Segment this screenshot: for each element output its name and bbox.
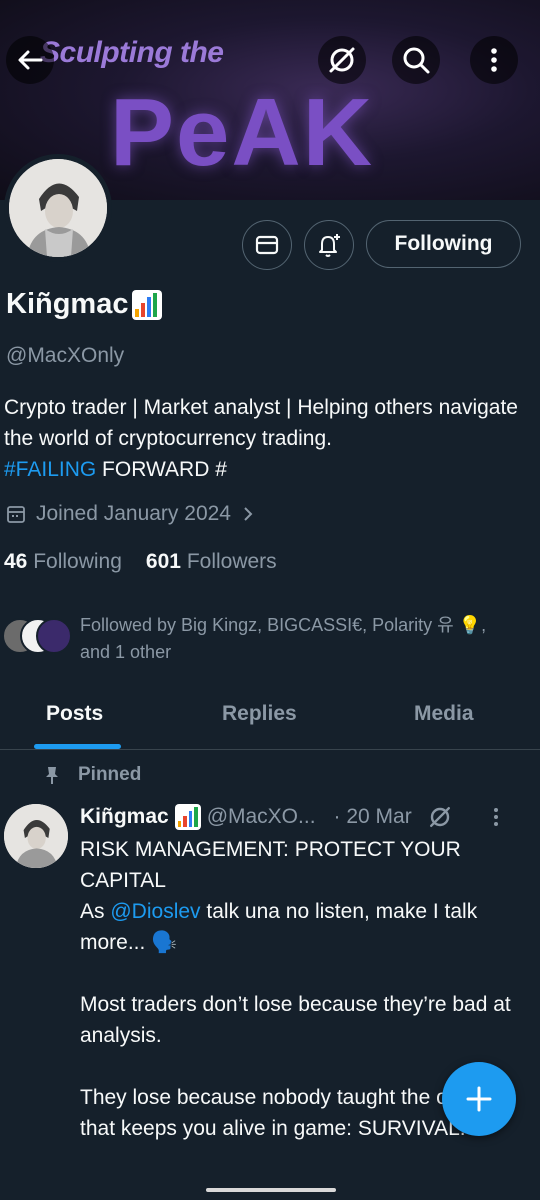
pin-icon [46,767,58,784]
grok-icon [329,47,355,73]
post-line-mention-row: As @Dioslev talk una no listen, make I t… [80,896,520,958]
pinned-label: Pinned [44,764,141,786]
profile-name-text: Kiñgmac [6,288,129,320]
post-paragraph-2: Most traders don’t lose because they’re … [80,993,511,1047]
bio-text: Crypto trader | Market analyst | Helping… [4,396,518,450]
followers-count: 601 [145,550,181,573]
grok-button[interactable] [318,36,366,84]
notifications-button[interactable] [304,220,354,270]
profile-avatar[interactable] [4,154,112,262]
more-options-button[interactable] [470,36,518,84]
calendar-icon [7,506,25,523]
post-author-name[interactable]: Kiñgmac [80,805,169,829]
more-vertical-icon[interactable] [486,805,506,829]
profile-handle: @MacXOnly [6,344,125,367]
joined-date-row[interactable]: Joined January 2024 [6,502,255,526]
followed-by-text[interactable]: Followed by Big Kingz, BIGCASSI€, Polari… [80,612,520,666]
tab-media[interactable]: Media [414,702,474,726]
following-stat[interactable]: 46 Following [4,550,122,574]
post-author-handle[interactable]: @MacXO... [207,805,316,829]
more-vertical-icon [491,48,497,72]
chevron-right-icon [244,507,253,521]
following-button[interactable]: Following [366,220,521,268]
followed-by-avatars[interactable] [2,618,74,656]
bio-tail-text: FORWARD # [102,458,227,481]
grok-icon[interactable] [428,805,452,829]
profile-name: Kiñgmac [6,288,163,321]
envelope-icon [255,235,279,255]
compose-button[interactable] [442,1062,516,1136]
followers-label: Followers [186,550,277,573]
tab-posts[interactable]: Posts [46,702,103,726]
avatar-illustration-icon [4,804,68,868]
profile-bio: Crypto trader | Market analyst | Helping… [4,392,534,485]
search-icon [403,47,430,74]
message-button[interactable] [242,220,292,270]
joined-date-text: Joined January 2024 [36,502,231,525]
following-label: Following [33,550,122,573]
avatar-illustration-icon [9,159,107,257]
post-line-heading: RISK MANAGEMENT: PROTECT YOUR CAPITAL [80,838,461,892]
banner-text-sculpting: Sculpting the [40,36,224,69]
post-author-avatar[interactable] [4,804,68,868]
tab-replies[interactable]: Replies [222,702,297,726]
post-text-pre: As [80,900,105,923]
mention-link[interactable]: @Dioslev [110,900,200,923]
bar-chart-emoji-icon [174,804,201,830]
home-indicator[interactable] [206,1188,336,1192]
bar-chart-emoji-icon [132,289,163,320]
pinned-text: Pinned [78,764,142,785]
back-arrow-icon [18,50,43,70]
following-count: 46 [4,550,28,573]
plus-icon [466,1086,492,1112]
active-tab-indicator [34,744,121,749]
follow-stats: 46 Following 601 Followers [4,550,277,574]
search-button[interactable] [392,36,440,84]
banner-text-peak: PeAK [110,79,375,186]
followers-stat[interactable]: 601 Followers [146,550,277,574]
back-button[interactable] [6,36,54,84]
mini-avatar [36,618,72,654]
post-header: Kiñgmac @MacXO... · 20 Mar [80,804,520,830]
bio-hashtag-link[interactable]: #FAILING [4,458,96,481]
profile-tabs: Posts Replies Media [0,690,540,750]
post-date[interactable]: · 20 Mar [334,805,412,829]
bell-plus-icon [319,234,340,257]
